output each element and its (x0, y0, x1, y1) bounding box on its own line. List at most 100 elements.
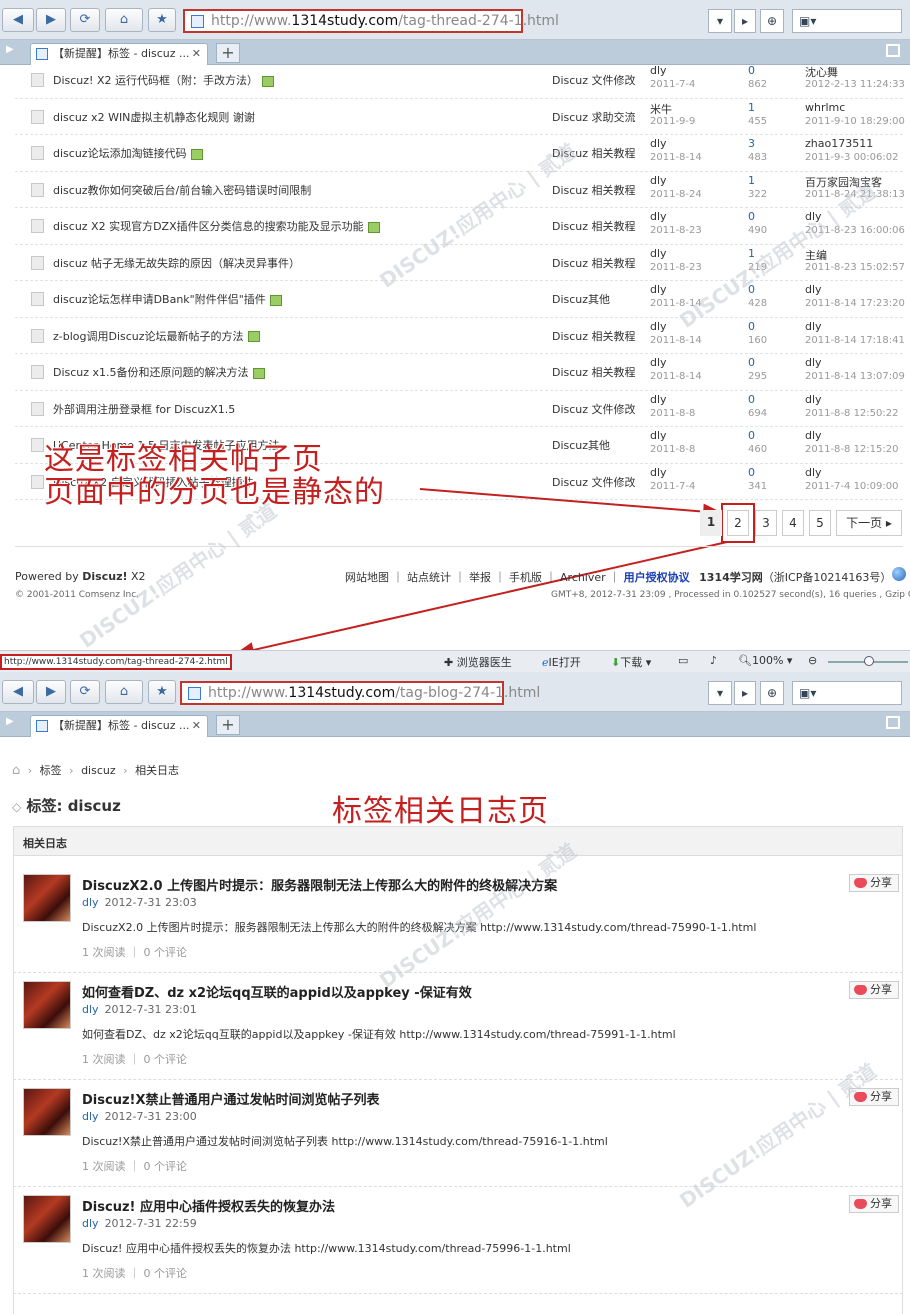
search-engine-selector[interactable]: ▣▾ (792, 681, 902, 705)
page-5-link[interactable]: 5 (809, 510, 831, 536)
blog-title-link[interactable]: DiscuzX2.0 上传图片时提示：服务器限制无法上传那么大的附件的终极解决方… (82, 875, 557, 894)
thread-title-link[interactable]: 外部调用注册登录框 for DiscuzX1.5 (53, 401, 235, 417)
sidebar-toggle-icon[interactable]: ▶ (6, 44, 14, 55)
back-button[interactable]: ◀ (2, 680, 34, 704)
author-link[interactable]: dly (650, 356, 667, 369)
last-post-time[interactable]: 2011-8-14 17:23:20 (805, 298, 905, 309)
page-3-link[interactable]: 3 (755, 510, 777, 536)
breadcrumb-related-blogs[interactable]: 相关日志 (135, 764, 179, 777)
search-engine-selector[interactable]: ▣▾ (792, 9, 902, 33)
thread-title-link[interactable]: discuz x2 WIN虚拟主机静态化规则 谢谢 (53, 109, 255, 125)
forum-link[interactable]: Discuz 文件修改 (552, 401, 636, 417)
tab-overview-icon[interactable] (886, 716, 900, 729)
last-poster-link[interactable]: 主编 (805, 247, 827, 263)
last-poster-link[interactable]: dly (805, 210, 822, 223)
last-post-time[interactable]: 2012-2-13 11:24:33 (805, 79, 905, 90)
zoom-out-button[interactable]: ⊖ (808, 654, 817, 667)
forum-link[interactable]: Discuz 文件修改 (552, 72, 636, 88)
blog-title-link[interactable]: 如何查看DZ、dz x2论坛qq互联的appid以及appkey -保证有效 (82, 982, 472, 1001)
last-poster-link[interactable]: 沈心舞 (805, 64, 838, 80)
avatar[interactable] (23, 874, 71, 922)
thread-title-link[interactable]: discuz论坛添加淘链接代码 (53, 145, 203, 161)
reply-count[interactable]: 0 (748, 466, 755, 479)
breadcrumb-tags[interactable]: 标签 (40, 764, 62, 777)
last-post-time[interactable]: 2011-8-23 15:02:57 (805, 262, 905, 273)
thread-title-link[interactable]: z-blog调用Discuz论坛最新帖子的方法 (53, 328, 260, 344)
home-button[interactable]: ⌂ (105, 8, 143, 32)
shield-icon[interactable]: ⊕ (760, 681, 784, 705)
last-poster-link[interactable]: dly (805, 356, 822, 369)
forward-button[interactable]: ▶ (36, 680, 66, 704)
forum-link[interactable]: Discuz 求助交流 (552, 109, 636, 125)
author-link[interactable]: dly (650, 137, 667, 150)
refresh-button[interactable]: ⟳ (70, 680, 100, 704)
window-icon[interactable]: ▭ (678, 654, 688, 667)
last-post-time[interactable]: 2011-8-24 21:38:13 (805, 189, 905, 200)
share-button[interactable]: 分享 (849, 981, 899, 999)
reply-count[interactable]: 1 (748, 101, 755, 114)
address-dropdown-button[interactable]: ▾ (708, 9, 732, 33)
author-link[interactable]: dly (650, 247, 667, 260)
last-post-time[interactable]: 2011-9-10 18:29:00 (805, 116, 905, 127)
author-link[interactable]: dly (650, 393, 667, 406)
thread-title-link[interactable]: Discuz! X2 运行代码框（附：手改方法） (53, 72, 274, 88)
forum-link[interactable]: Discuz 文件修改 (552, 474, 636, 490)
tab-close-icon[interactable]: ✕ (192, 716, 201, 736)
last-post-time[interactable]: 2011-8-8 12:15:20 (805, 444, 898, 455)
last-post-time[interactable]: 2011-7-4 10:09:00 (805, 481, 898, 492)
last-poster-link[interactable]: whrlmc (805, 101, 845, 114)
blog-stats[interactable]: 1 次阅读 ｜ 0 个评论 (82, 1051, 187, 1067)
forward-button[interactable]: ▶ (36, 8, 66, 32)
reply-count[interactable]: 3 (748, 137, 755, 150)
reply-count[interactable]: 0 (748, 320, 755, 333)
reply-count[interactable]: 0 (748, 393, 755, 406)
thread-title-link[interactable]: Discuz x1.5备份和还原问题的解决方法 (53, 364, 265, 380)
tab-overview-icon[interactable] (886, 44, 900, 57)
speaker-icon[interactable]: ♪ (710, 654, 717, 667)
thread-title-link[interactable]: discuz 帖子无缘无故失踪的原因（解决灵异事件） (53, 255, 300, 271)
download-button[interactable]: ⬇下载 ▾ (611, 654, 651, 670)
reply-count[interactable]: 1 (748, 174, 755, 187)
browser-doctor-button[interactable]: ✚ 浏览器医生 (444, 654, 512, 670)
reply-count[interactable]: 0 (748, 429, 755, 442)
blog-title-link[interactable]: Discuz!X禁止普通用户通过发帖时间浏览帖子列表 (82, 1089, 379, 1108)
author-link[interactable]: dly (650, 210, 667, 223)
last-poster-link[interactable]: 百万家园淘宝客 (805, 174, 882, 190)
address-bar[interactable]: http://www.1314study.com/tag-blog-274-1.… (180, 681, 540, 705)
share-button[interactable]: 分享 (849, 1195, 899, 1213)
last-poster-link[interactable]: dly (805, 393, 822, 406)
author-link[interactable]: dly (650, 429, 667, 442)
shield-icon[interactable]: ⊕ (760, 9, 784, 33)
blog-stats[interactable]: 1 次阅读 ｜ 0 个评论 (82, 944, 187, 960)
last-post-time[interactable]: 2011-8-14 17:18:41 (805, 335, 905, 346)
new-tab-button[interactable]: + (216, 715, 240, 735)
forum-link[interactable]: Discuz其他 (552, 437, 610, 453)
go-button[interactable]: ▸ (734, 681, 756, 705)
forum-link[interactable]: Discuz 相关教程 (552, 218, 636, 234)
avatar[interactable] (23, 1195, 71, 1243)
author-link[interactable]: dly (650, 320, 667, 333)
tab-close-icon[interactable]: ✕ (192, 44, 201, 64)
favorite-star-button[interactable]: ★ (148, 680, 176, 704)
page-2-link[interactable]: 2 (727, 510, 749, 536)
last-post-time[interactable]: 2011-9-3 00:06:02 (805, 152, 898, 163)
breadcrumb-discuz[interactable]: discuz (81, 764, 116, 777)
last-post-time[interactable]: 2011-8-14 13:07:09 (805, 371, 905, 382)
share-button[interactable]: 分享 (849, 1088, 899, 1106)
author-link[interactable]: dly (650, 64, 667, 77)
author-link[interactable]: dly (650, 174, 667, 187)
zoom-control[interactable]: 🔍︎100% ▾ (738, 654, 792, 667)
avatar[interactable] (23, 1088, 71, 1136)
go-button[interactable]: ▸ (734, 9, 756, 33)
forum-link[interactable]: Discuz 相关教程 (552, 328, 636, 344)
reply-count[interactable]: 0 (748, 283, 755, 296)
last-poster-link[interactable]: dly (805, 429, 822, 442)
address-dropdown-button[interactable]: ▾ (708, 681, 732, 705)
new-tab-button[interactable]: + (216, 43, 240, 63)
forum-link[interactable]: Discuz 相关教程 (552, 364, 636, 380)
ie-open-button[interactable]: ℯIE打开 (542, 654, 581, 670)
blog-title-link[interactable]: Discuz! 应用中心插件授权丢失的恢复办法 (82, 1196, 335, 1215)
globe-icon[interactable] (892, 567, 906, 581)
thread-title-link[interactable]: discuz论坛怎样申请DBank"附件伴侣"插件 (53, 291, 282, 307)
last-post-time[interactable]: 2011-8-23 16:00:06 (805, 225, 905, 236)
